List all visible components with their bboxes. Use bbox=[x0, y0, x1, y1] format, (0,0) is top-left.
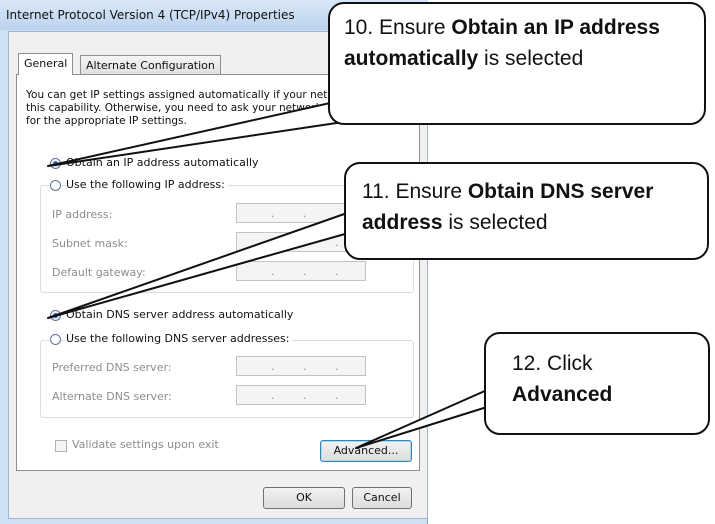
pointer-step10 bbox=[47, 96, 371, 167]
callout-step10: 10. Ensure Obtain an IP address automati… bbox=[328, 2, 706, 125]
callout-step12: 12. Click Advanced bbox=[484, 332, 710, 435]
pointer-step11 bbox=[47, 211, 353, 319]
tab-general[interactable]: General bbox=[18, 53, 74, 75]
pointer-step12 bbox=[355, 389, 488, 449]
callout-step11: 11. Ensure Obtain DNS server address is … bbox=[344, 162, 709, 260]
